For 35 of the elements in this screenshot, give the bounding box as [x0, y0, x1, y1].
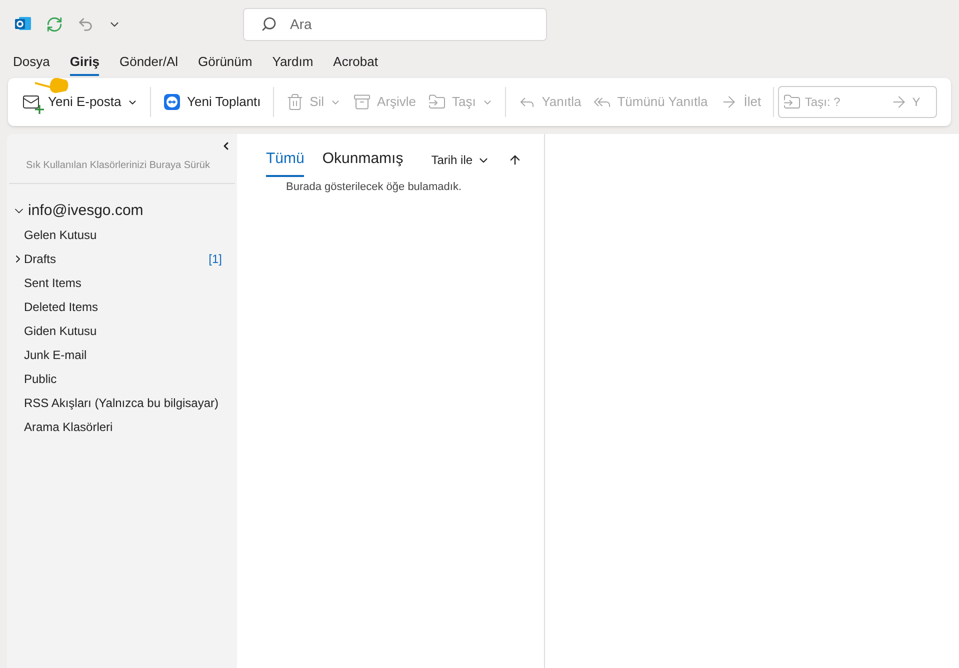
unread-count: [1] — [208, 250, 222, 268]
menu-tab[interactable]: Gönder/Al — [119, 52, 178, 76]
folder-item[interactable]: Giden Kutusu — [7, 318, 237, 342]
account-item[interactable]: info@ivesgo.com — [7, 200, 237, 222]
filter-tab[interactable]: Okunmamış — [322, 148, 404, 176]
folder-item[interactable]: Junk E-mail — [7, 342, 237, 366]
ribbon-button[interactable]: Yeni Toplantı — [163, 92, 261, 112]
meeting-icon — [163, 93, 182, 111]
trash-icon — [286, 93, 304, 111]
search-icon — [261, 16, 277, 32]
menu-tab[interactable]: Yardım — [272, 52, 314, 76]
archive-icon — [353, 93, 372, 111]
folder-item[interactable]: Drafts [1] — [7, 246, 237, 270]
folder-item[interactable]: Sent Items — [7, 270, 237, 294]
new-mail-icon — [22, 93, 42, 111]
folder-item[interactable]: RSS Akışları (Yalnızca bu bilgisayar) — [7, 390, 237, 414]
folder-move-icon — [782, 93, 801, 111]
folder-item[interactable]: Public — [7, 366, 237, 390]
menu-tab[interactable]: Acrobat — [333, 52, 378, 76]
folder-item[interactable]: Gelen Kutusu — [7, 222, 237, 246]
folder-item[interactable]: Deleted Items — [7, 294, 237, 318]
menu-tab[interactable]: Görünüm — [198, 52, 252, 76]
sync-button[interactable] — [46, 16, 63, 32]
folder-item[interactable]: Arama Klasörleri — [7, 414, 237, 438]
pointing-hand-icon — [34, 78, 70, 96]
app-logo-icon — [14, 15, 32, 33]
filter-tab[interactable]: Tümü — [266, 148, 304, 176]
menu-tab[interactable]: Dosya — [13, 52, 50, 76]
empty-message: Burada gösterilecek öğe bulamadık. — [285, 180, 462, 194]
ribbon-button[interactable]: Yeni E-posta — [22, 92, 138, 112]
folder-move-icon — [428, 93, 446, 111]
menu-tab[interactable]: Giriş — [70, 52, 100, 76]
search-field[interactable]: Ara — [243, 8, 547, 40]
favorites-hint: Sık Kullanılan Klasörlerinizi Buraya Sürük — [25, 159, 211, 173]
sort-button[interactable]: Tarih ile — [431, 151, 490, 174]
